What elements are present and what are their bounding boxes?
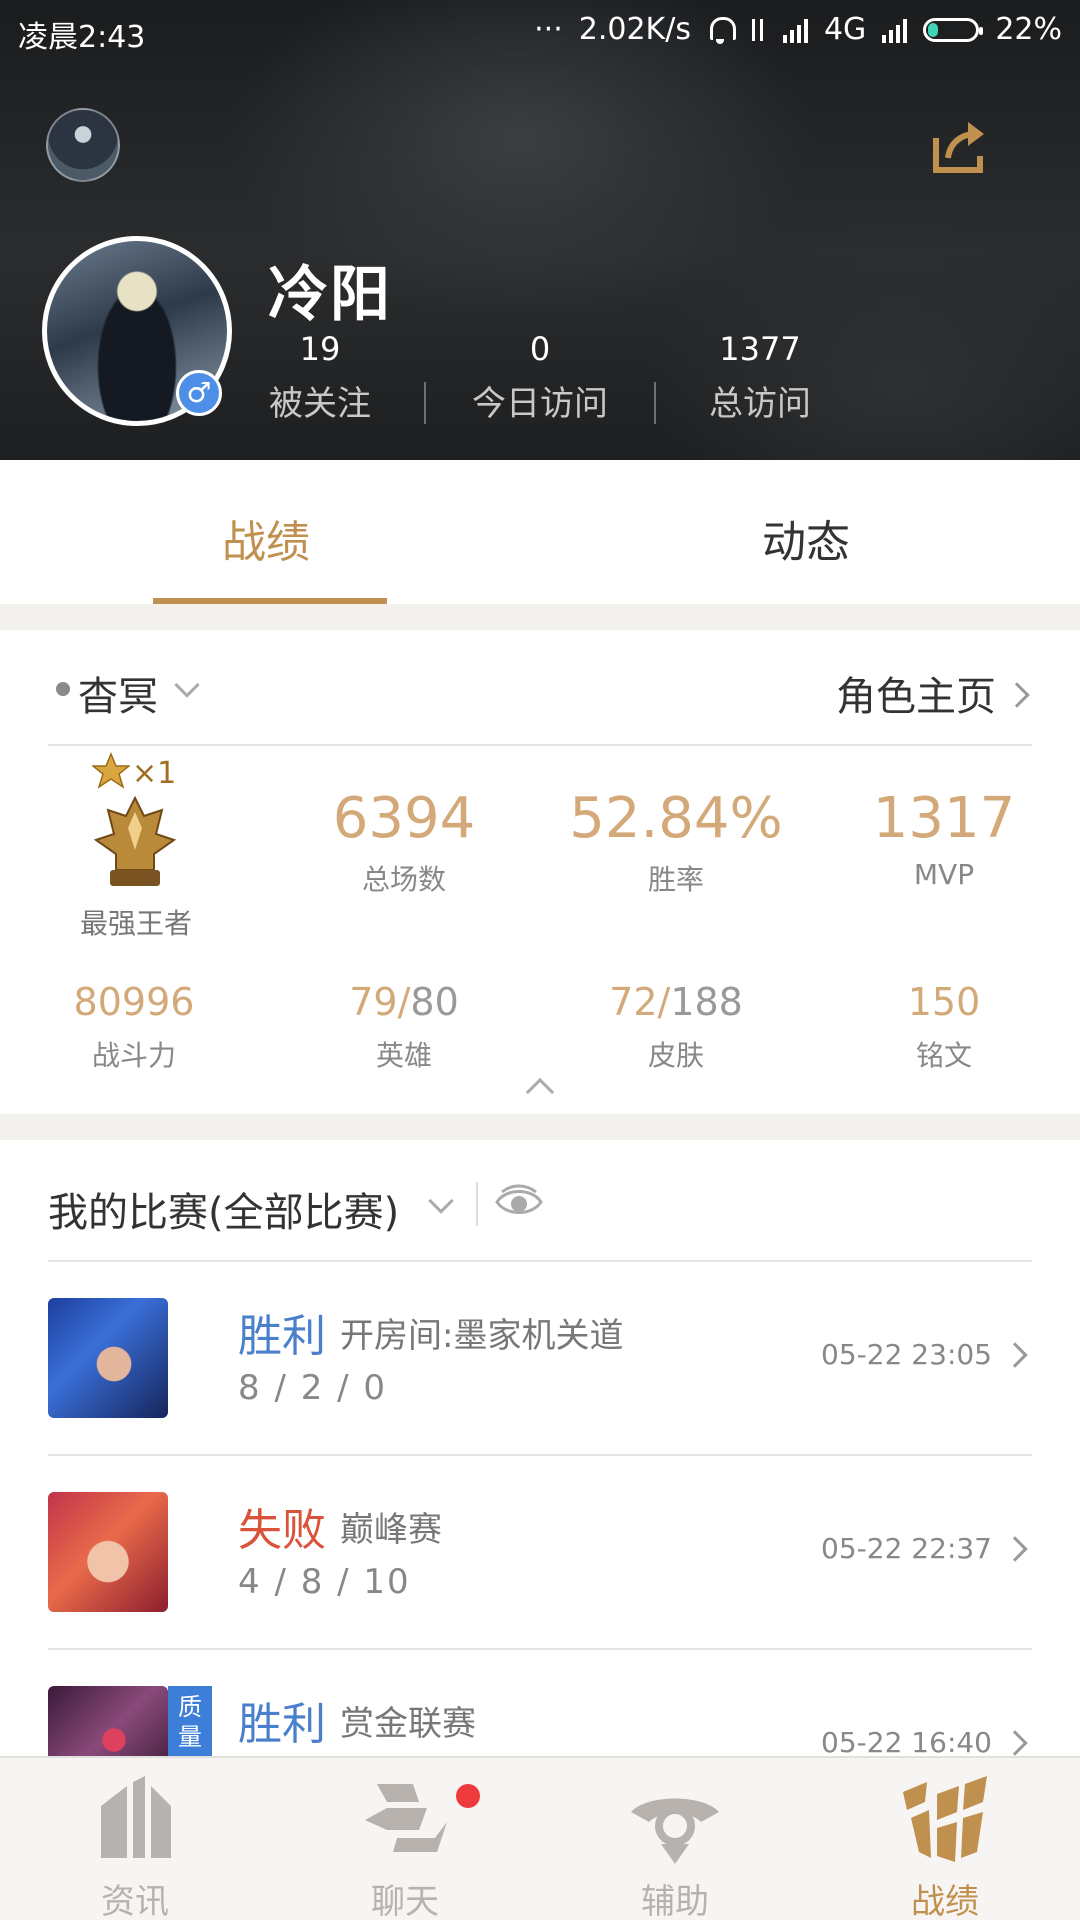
mvp-label: MVP [913, 858, 975, 891]
today-visits-label: 今日访问 [472, 384, 608, 424]
stat-divider [424, 382, 426, 424]
total-visits-stat: 1377 总访问 [650, 330, 870, 425]
chevron-right-icon [1002, 1536, 1028, 1562]
status-dots: ··· [534, 12, 563, 47]
match-row[interactable]: 质量 胜利 赏金联赛 05-22 16:40 [48, 1650, 1032, 1760]
match-list-section: 我的比赛(全部比赛) 胜利 开房间:墨家机关道 8 / 2 / 0 05-22 … [0, 1140, 1080, 1760]
match-mode: 赏金联赛 [340, 1704, 476, 1744]
bottom-navigation: 资讯 聊天 辅助 战绩 [0, 1756, 1080, 1920]
nav-news-label: 资讯 [101, 1882, 169, 1920]
divider [476, 1182, 478, 1226]
tab-records[interactable]: 战绩 [222, 506, 310, 570]
status-time: 凌晨2:43 [18, 20, 146, 55]
match-kda: 4 / 8 / 10 [238, 1562, 411, 1602]
hero-portrait [48, 1686, 168, 1760]
nav-chat[interactable]: 聊天 [270, 1758, 540, 1920]
heroes-label: 英雄 [375, 1039, 432, 1072]
match-result: 胜利 [238, 1311, 326, 1362]
battery-icon [923, 17, 984, 42]
signal-icon [782, 17, 808, 43]
small-avatar[interactable] [46, 108, 120, 182]
battery-percent: 22% [995, 12, 1062, 47]
battery-fill [928, 22, 939, 37]
combat-power-value: 80996 [73, 980, 195, 1024]
match-time: 05-22 22:37 [821, 1532, 992, 1565]
server-selector[interactable]: 杳冥 [78, 664, 158, 722]
chevron-right-icon [1002, 1342, 1028, 1368]
news-icon [101, 1776, 171, 1858]
nav-news[interactable]: 资讯 [0, 1758, 270, 1920]
assist-icon [631, 1798, 719, 1864]
chevron-down-icon[interactable] [174, 672, 200, 698]
rank-star-multiplier: ×1 [132, 756, 177, 791]
signal-icon-secondary [882, 17, 908, 43]
followers-count: 19 [299, 330, 341, 368]
nav-assist-label: 辅助 [641, 1882, 709, 1920]
total-visits-count: 1377 [719, 330, 801, 368]
share-icon[interactable] [930, 116, 990, 176]
match-mode: 巅峰赛 [340, 1510, 442, 1550]
stats-card: 杳冥 角色主页 ×1 最强王者 6394 总场数 52.84% 胜率 1317 … [0, 630, 1080, 1114]
nav-records[interactable]: 战绩 [810, 1758, 1080, 1920]
nav-records-label: 战绩 [911, 1882, 979, 1920]
skins-label: 皮肤 [647, 1039, 704, 1072]
chevron-right-icon [1002, 1730, 1028, 1756]
match-filter-title[interactable]: 我的比赛(全部比赛) [48, 1180, 399, 1238]
total-games-value: 6394 [332, 786, 476, 851]
match-result: 胜利 [238, 1699, 326, 1750]
network-type: 4G [823, 12, 867, 47]
record-icon [903, 1776, 987, 1862]
active-tab-indicator [153, 598, 387, 604]
today-visits-count: 0 [529, 330, 551, 368]
eye-icon[interactable] [494, 1180, 544, 1224]
skins-value: 72/188 [609, 980, 743, 1024]
inscriptions-value: 150 [907, 980, 981, 1024]
tab-activity[interactable]: 动态 [762, 506, 850, 570]
total-games-label: 总场数 [361, 863, 446, 896]
king-rank-emblem-icon [93, 795, 177, 886]
match-time: 05-22 23:05 [821, 1338, 992, 1371]
hero-portrait [48, 1492, 168, 1612]
bell-icon [707, 15, 736, 45]
chevron-down-icon[interactable] [428, 1188, 454, 1214]
match-time: 05-22 16:40 [821, 1726, 992, 1759]
match-result: 失败 [238, 1505, 326, 1556]
rank-name: 最强王者 [79, 907, 192, 940]
total-visits-label: 总访问 [709, 384, 811, 424]
today-visits-stat: 0 今日访问 [430, 330, 650, 425]
chat-notification-dot [456, 1784, 480, 1808]
win-rate-label: 胜率 [647, 863, 704, 896]
win-rate-value: 52.84% [569, 786, 783, 851]
chat-icon [365, 1784, 447, 1852]
match-row[interactable]: 失败 巅峰赛 4 / 8 / 10 05-22 22:37 [48, 1456, 1032, 1650]
network-speed: 2.02K/s [578, 12, 691, 47]
tab-bar: 战绩 动态 [0, 460, 1080, 604]
inscriptions-label: 铭文 [915, 1039, 972, 1072]
match-mode: 开房间:墨家机关道 [340, 1316, 624, 1356]
nav-assist[interactable]: 辅助 [540, 1758, 810, 1920]
status-bar: 凌晨2:43 ··· 2.02K/s 4G 22% [0, 0, 1080, 60]
hero-portrait [48, 1298, 168, 1418]
quality-badge: 质量 [168, 1686, 212, 1760]
match-kda: 8 / 2 / 0 [238, 1368, 388, 1408]
data-transfer-icon [749, 15, 767, 45]
role-home-link[interactable]: 角色主页 [836, 664, 996, 722]
divider [48, 744, 1032, 746]
collapse-chevron-up-icon[interactable] [525, 1077, 555, 1107]
combat-power-label: 战斗力 [91, 1039, 176, 1072]
username: 冷阳 [268, 260, 392, 330]
chevron-right-icon[interactable] [1004, 682, 1030, 708]
server-dot-icon [56, 682, 70, 696]
nav-chat-label: 聊天 [371, 1882, 439, 1920]
heroes-value: 79/80 [349, 980, 459, 1024]
followers-stat[interactable]: 19 被关注 [210, 330, 430, 425]
followers-label: 被关注 [269, 384, 371, 424]
mvp-value: 1317 [872, 786, 1016, 851]
star-icon [92, 752, 130, 789]
profile-header: 凌晨2:43 ··· 2.02K/s 4G 22% ♂ 冷阳 19 被关注 0 … [0, 0, 1080, 460]
match-row[interactable]: 胜利 开房间:墨家机关道 8 / 2 / 0 05-22 23:05 [48, 1262, 1032, 1456]
